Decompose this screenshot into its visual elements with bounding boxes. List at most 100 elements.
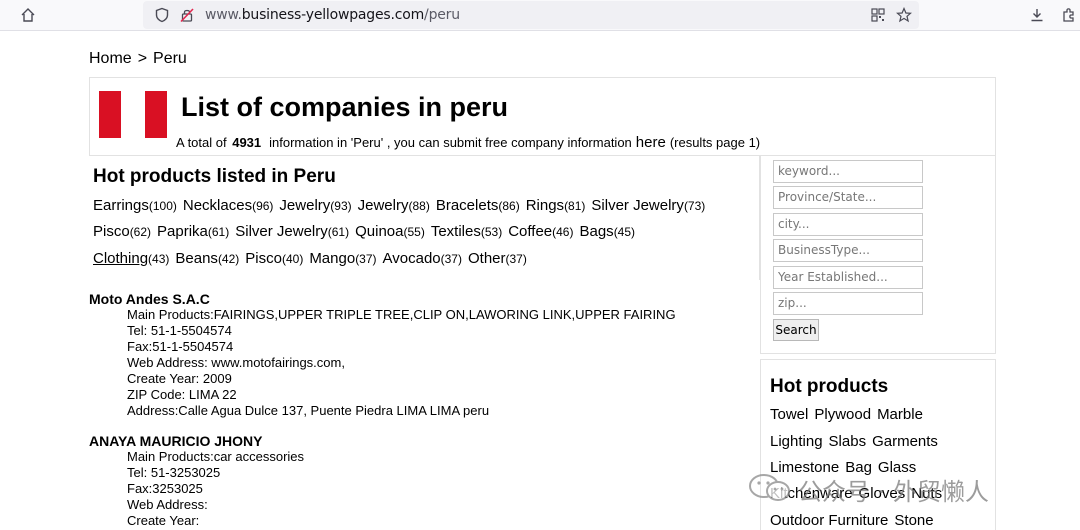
hot-product-sidebar-link[interactable]: Towel: [770, 406, 808, 423]
hot-product-count: (62): [129, 225, 152, 239]
hot-products-listed-title: Hot products listed in Peru: [93, 166, 336, 187]
bookmark-star-icon[interactable]: [896, 7, 912, 23]
hot-products-title: Hot products: [770, 376, 889, 397]
hot-product-link[interactable]: Beans(42): [175, 250, 239, 267]
hot-product-name: Paprika: [157, 223, 208, 240]
url-text: www.business-yellowpages.com/peru: [205, 7, 460, 23]
submit-here-link[interactable]: here: [636, 134, 666, 151]
hot-product-count: (45): [613, 225, 636, 239]
province-input[interactable]: Province/State...: [773, 186, 923, 209]
peru-flag-icon: [99, 91, 167, 138]
company-web-address: Web Address:: [127, 497, 208, 512]
hot-product-sidebar-link[interactable]: Slabs: [829, 433, 867, 450]
hot-product-count: (43): [148, 252, 170, 266]
hot-product-link[interactable]: Jewelry(88): [358, 197, 430, 214]
company-fax: Fax:51-1-5504574: [127, 339, 234, 354]
company-name-link[interactable]: Moto Andes S.A.C: [89, 291, 676, 307]
hot-product-name: Jewelry: [279, 197, 331, 214]
download-icon[interactable]: [1029, 7, 1045, 23]
qr-code-icon[interactable]: [870, 7, 886, 23]
home-icon[interactable]: [20, 7, 36, 23]
hot-product-sidebar-link[interactable]: Lighting: [770, 433, 823, 450]
hot-product-name: Silver Jewelry: [235, 223, 328, 240]
company-tel: Tel: 51-1-5504574: [127, 323, 232, 338]
hot-product-count: (61): [207, 225, 230, 239]
hot-product-link[interactable]: Avocado(37): [383, 250, 462, 267]
hot-product-link[interactable]: Mango(37): [309, 250, 376, 267]
hot-product-link[interactable]: Clothing(43): [93, 250, 169, 267]
hot-product-link[interactable]: Pisco(62): [93, 223, 151, 240]
hot-product-name: Pisco: [245, 250, 282, 267]
hot-products-listed-panel: Hot products listed in Peru Earrings(100…: [89, 155, 760, 280]
hot-product-sidebar-link[interactable]: Stone: [894, 512, 933, 529]
hot-product-count: (53): [480, 225, 503, 239]
breadcrumb-home-link[interactable]: Home: [89, 50, 132, 67]
hot-product-link[interactable]: Earrings(100): [93, 197, 177, 214]
hot-product-name: Bags: [579, 223, 614, 240]
total-count: 4931: [232, 135, 262, 150]
hot-product-name: Rings: [525, 197, 565, 214]
page-title: List of companies in peru: [181, 92, 509, 122]
hot-product-link[interactable]: Rings(81): [526, 197, 586, 214]
zip-input[interactable]: zip...: [773, 292, 923, 315]
hot-product-name: Pisco: [93, 223, 130, 240]
wechat-watermark: 公众号 · 外贸懒人: [748, 469, 1048, 507]
hot-product-link[interactable]: Other(37): [468, 250, 527, 267]
company-create-year: Create Year: 2009: [127, 371, 232, 386]
hot-product-link[interactable]: Textiles(53): [431, 223, 502, 240]
year-established-input[interactable]: Year Established...: [773, 266, 923, 289]
hot-product-link[interactable]: Paprika(61): [157, 223, 229, 240]
hot-product-name: Textiles: [430, 223, 481, 240]
hot-product-link[interactable]: Coffee(46): [508, 223, 573, 240]
hot-product-sidebar-link[interactable]: Outdoor Furniture: [770, 512, 888, 529]
city-input[interactable]: city...: [773, 213, 923, 236]
insecure-lock-icon[interactable]: [179, 7, 195, 23]
hot-products-sidebar-row: Lighting Slabs Garments: [770, 433, 944, 450]
hot-product-name: Quinoa: [355, 223, 404, 240]
business-type-input[interactable]: BusinessType...: [773, 239, 923, 262]
page-header: List of companies in peru A total of 493…: [89, 77, 996, 156]
hot-product-name: Avocado: [382, 250, 441, 267]
hot-product-count: (93): [330, 199, 352, 213]
hot-product-link[interactable]: Jewelry(93): [279, 197, 351, 214]
hot-products-row: Earrings(100) Necklaces(96) Jewelry(93) Jew…: [93, 197, 711, 214]
company-main-products: Main Products:car accessories: [127, 449, 305, 464]
company-name-link[interactable]: ANAYA MAURICIO JHONY: [89, 433, 304, 449]
keyword-input[interactable]: keyword...: [773, 160, 923, 183]
hot-product-name: Beans: [175, 250, 218, 267]
extensions-icon[interactable]: [1061, 7, 1077, 23]
hot-product-count: (61): [327, 225, 350, 239]
hot-product-name: Jewelry: [357, 197, 409, 214]
hot-product-link[interactable]: Bags(45): [579, 223, 635, 240]
hot-product-name: Coffee: [508, 223, 553, 240]
company-web-address: Web Address: www.motofairings.com,: [127, 355, 345, 370]
hot-product-sidebar-link[interactable]: Garments: [872, 433, 938, 450]
hot-product-link[interactable]: Silver Jewelry(73): [591, 197, 705, 214]
wechat-icon: [749, 474, 790, 501]
shield-icon[interactable]: [154, 7, 170, 23]
hot-product-count: (96): [252, 199, 274, 213]
hot-products-row: Clothing(43) Beans(42) Pisco(40) Mango(37) A…: [93, 250, 533, 267]
hot-product-count: (55): [403, 225, 425, 239]
hot-product-name: Silver Jewelry: [591, 197, 684, 214]
hot-product-name: Clothing: [93, 250, 149, 267]
hot-product-sidebar-link[interactable]: Plywood: [814, 406, 871, 423]
company-fax: Fax:3253025: [127, 481, 203, 496]
watermark-text: 公众号 · 外贸懒人: [798, 478, 989, 506]
hot-product-link[interactable]: Quinoa(55): [355, 223, 425, 240]
hot-product-count: (81): [564, 199, 586, 213]
hot-product-count: (86): [498, 199, 520, 213]
company-entry: ANAYA MAURICIO JHONY Main Products:car a…: [89, 433, 304, 529]
hot-product-link[interactable]: Silver Jewelry(61): [235, 223, 349, 240]
hot-product-count: (46): [552, 225, 574, 239]
hot-product-link[interactable]: Pisco(40): [245, 250, 303, 267]
hot-product-link[interactable]: Bracelets(86): [436, 197, 520, 214]
hot-product-link[interactable]: Necklaces(96): [183, 197, 274, 214]
browser-toolbar: www.business-yellowpages.com/peru: [0, 0, 1080, 31]
search-button[interactable]: Search: [773, 319, 819, 341]
breadcrumb: Home > Peru: [89, 50, 193, 68]
hot-product-name: Necklaces: [182, 197, 253, 214]
hot-product-name: Earrings: [93, 197, 149, 214]
hot-product-count: (37): [505, 252, 527, 266]
hot-product-sidebar-link[interactable]: Marble: [877, 406, 923, 423]
